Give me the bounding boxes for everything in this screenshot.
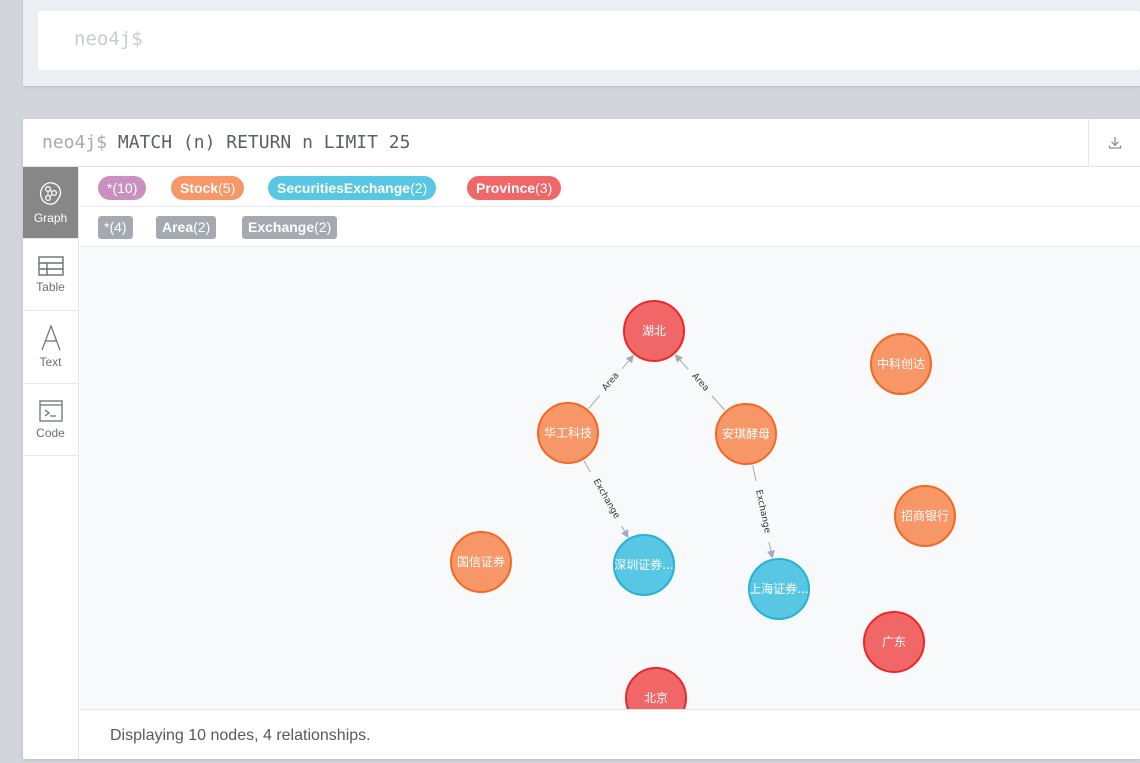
- nodes-layer: 湖北华工科技 安琪酵母 中科创达招商银行国信证券 深圳证券... 上海证券... 广东北京: [450, 300, 956, 709]
- legend-rel-all[interactable]: *(4): [98, 216, 133, 239]
- legend-label-stock-name: Stock: [180, 180, 219, 196]
- node-circle[interactable]: [613, 534, 675, 596]
- view-sidebar: Graph Table Text Code: [23, 167, 79, 759]
- table-icon: [37, 255, 64, 276]
- legend-label-province[interactable]: Province(3): [467, 176, 562, 200]
- relationship-arrow[interactable]: [766, 541, 775, 559]
- relationship-label: Area: [689, 371, 710, 393]
- graph-node-aqjm[interactable]: 安琪酵母: [715, 403, 777, 465]
- graph-node-szse[interactable]: 深圳证券...: [613, 534, 675, 596]
- legend-label-all[interactable]: *(10): [98, 176, 147, 200]
- tab-text[interactable]: Text: [23, 311, 78, 384]
- graph-node-hubei[interactable]: 湖北: [623, 300, 685, 362]
- tab-graph-label: Graph: [33, 210, 68, 225]
- graph-node-hgkj[interactable]: 华工科技: [537, 402, 599, 464]
- legend-label-securities-exchange-name: SecuritiesExchange: [277, 180, 411, 196]
- tab-table-label: Table: [36, 279, 65, 294]
- relationship-line[interactable]: [752, 465, 757, 482]
- tab-code[interactable]: Code: [23, 384, 78, 456]
- graph-node-shse[interactable]: 上海证券...: [748, 558, 810, 620]
- tab-text-label: Text: [39, 355, 62, 369]
- relationship-area-0[interactable]: Area: [588, 354, 635, 409]
- legend-label-province-name: Province: [476, 180, 536, 196]
- node-circle[interactable]: [863, 611, 925, 673]
- tab-graph[interactable]: Graph: [23, 167, 78, 239]
- node-circle[interactable]: [623, 300, 685, 362]
- graph-node-gd[interactable]: 广东: [863, 611, 925, 673]
- relationship-line[interactable]: [588, 395, 601, 409]
- graph-node-gxzq[interactable]: 国信证券: [450, 531, 512, 593]
- legend-label-securities-exchange[interactable]: SecuritiesExchange(2): [268, 176, 437, 200]
- relationship-arrow[interactable]: [674, 354, 689, 370]
- relationship-label: Exchange: [591, 477, 622, 521]
- graph-icon: [39, 181, 61, 205]
- query-editor[interactable]: neo4j$: [38, 11, 1140, 70]
- node-circle[interactable]: [870, 333, 932, 395]
- legend-rel-exchange-name: Exchange: [248, 219, 315, 235]
- legend-rel-area[interactable]: Area(2): [156, 216, 217, 239]
- tab-table[interactable]: Table: [23, 239, 78, 311]
- node-circle[interactable]: [894, 485, 956, 547]
- editor-prompt: neo4j$: [74, 28, 143, 50]
- relationship-arrow[interactable]: [621, 354, 635, 369]
- graph-node-zkcd[interactable]: 中科创达: [870, 333, 932, 395]
- status-bar: Displaying 10 nodes, 4 relationships.: [80, 709, 1140, 759]
- graph-canvas[interactable]: Area Area Exchange Exchange 湖北 华工科技 安琪酵母 中科创达招…: [80, 247, 1140, 709]
- graph-node-bj[interactable]: 北京: [625, 667, 687, 709]
- relationship-arrow[interactable]: [621, 525, 629, 539]
- legend-label-stock[interactable]: Stock(5): [171, 176, 245, 200]
- frame-query-text: MATCH (n) RETURN n LIMIT 25: [117, 132, 411, 153]
- editor-frame: neo4j$: [23, 0, 1140, 86]
- node-circle[interactable]: [450, 531, 512, 593]
- legend-rel-exchange-count: (2): [314, 219, 332, 235]
- node-labels-legend: *(10) Stock(5) SecuritiesExchange(2) Pro…: [80, 167, 1140, 207]
- node-circle[interactable]: [625, 667, 687, 709]
- legend-label-securities-exchange-count: (2): [410, 180, 428, 196]
- tab-code-label: Code: [36, 425, 65, 440]
- node-circle[interactable]: [537, 402, 599, 464]
- frame-prompt: neo4j$: [42, 132, 108, 153]
- download-icon: [1108, 137, 1121, 149]
- legend-rel-exchange[interactable]: Exchange(2): [242, 216, 338, 239]
- legend-label-province-count: (3): [535, 180, 553, 196]
- status-text: Displaying 10 nodes, 4 relationships.: [110, 727, 371, 744]
- legend-rel-all-count: (4): [109, 219, 127, 235]
- relationship-types-legend: *(4) Area(2) Exchange(2): [80, 207, 1140, 247]
- result-frame: neo4j$ MATCH (n) RETURN n LIMIT 25 Graph: [23, 119, 1140, 759]
- relationship-exchange-2[interactable]: Exchange: [583, 460, 629, 539]
- legend-rel-area-count: (2): [193, 219, 211, 235]
- frame-header: neo4j$ MATCH (n) RETURN n LIMIT 25: [23, 119, 1140, 167]
- relationship-line[interactable]: [583, 460, 591, 473]
- relationship-label: Exchange: [753, 489, 772, 535]
- text-icon: [40, 325, 61, 351]
- legend-label-stock-count: (5): [218, 180, 236, 196]
- frame-query[interactable]: neo4j$ MATCH (n) RETURN n LIMIT 25: [42, 132, 410, 153]
- relationship-exchange-3[interactable]: Exchange: [752, 465, 775, 559]
- legend-label-all-count: (10): [112, 180, 138, 196]
- graph-node-zsyh[interactable]: 招商银行: [894, 485, 956, 547]
- node-circle[interactable]: [748, 558, 810, 620]
- relationship-line[interactable]: [711, 395, 726, 411]
- legend-rel-area-name: Area: [162, 219, 194, 235]
- relationship-area-1[interactable]: Area: [674, 354, 726, 411]
- code-icon: [38, 399, 63, 422]
- download-button[interactable]: [1088, 119, 1140, 167]
- relationship-label: Area: [600, 371, 621, 393]
- graph-svg[interactable]: Area Area Exchange Exchange 湖北华工科技 安琪酵母 中科创达招…: [80, 247, 1140, 709]
- node-circle[interactable]: [715, 403, 777, 465]
